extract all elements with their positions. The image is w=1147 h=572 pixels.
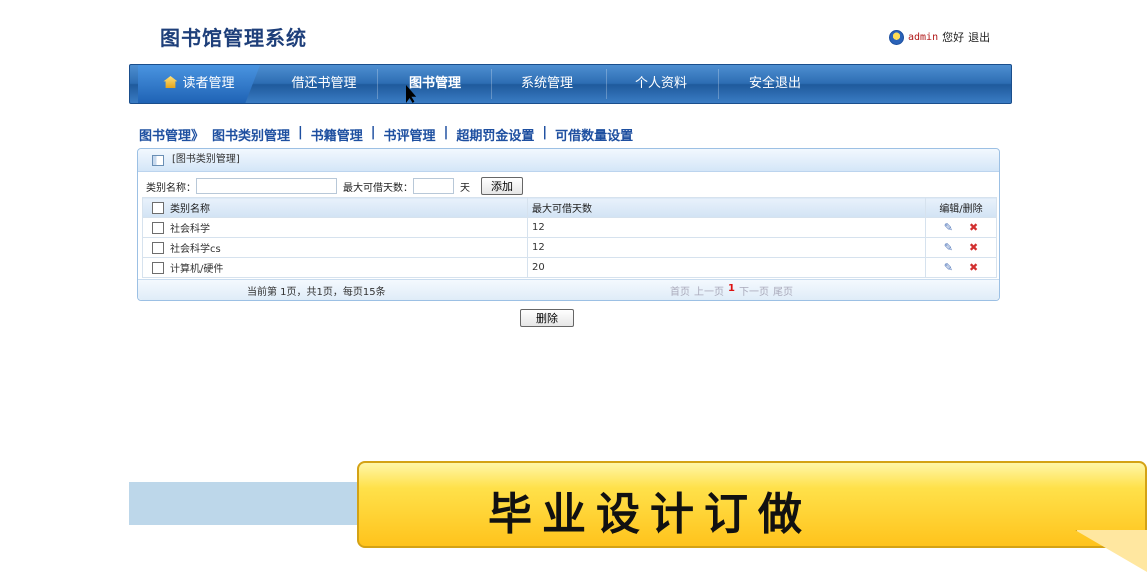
add-button[interactable]: 添加 — [481, 177, 523, 195]
breadcrumb-separator: | — [443, 125, 449, 140]
cell-name: 社会科学 — [142, 217, 528, 238]
cell-actions: ✎ ✖ — [925, 217, 997, 238]
delete-x-icon[interactable]: ✖ — [969, 221, 978, 234]
pagination-bar: 当前第 1页，共1页，每页15条 首页 上一页 1 下一页 尾页 — [138, 279, 999, 300]
breadcrumb-link-books[interactable]: 书籍管理 — [311, 125, 363, 144]
breadcrumb-link-quota[interactable]: 可借数量设置 — [555, 125, 633, 144]
breadcrumb-separator: | — [542, 125, 548, 140]
cell-actions: ✎ ✖ — [925, 237, 997, 258]
category-name-input[interactable] — [196, 178, 337, 194]
nav-item-profile[interactable]: 个人资料 — [608, 65, 714, 103]
main-nav: 读者管理 借还书管理 图书管理 系统管理 个人资料 安全退出 — [129, 64, 1012, 104]
nav-divider — [606, 69, 607, 99]
breadcrumb-root: 图书管理》 — [139, 129, 205, 144]
column-header-actions: 编辑/删除 — [925, 197, 997, 218]
nav-divider — [377, 69, 378, 99]
delete-x-icon[interactable]: ✖ — [969, 241, 978, 254]
category-table: 类别名称 最大可借天数 编辑/删除 社会科学 12 ✎ ✖ 社会科学cs 12 ✎… — [142, 197, 997, 278]
add-category-form: 类别名称： 最大可借天数： 天 添加 — [138, 176, 999, 196]
breadcrumb-link-reviews[interactable]: 书评管理 — [384, 125, 436, 144]
nav-divider — [718, 69, 719, 99]
delete-button[interactable]: 删除 — [520, 309, 574, 327]
logout-link[interactable]: 退出 — [968, 29, 990, 45]
last-page-link[interactable]: 尾页 — [773, 283, 793, 298]
nav-item-borrow[interactable]: 借还书管理 — [269, 65, 379, 103]
next-page-link[interactable]: 下一页 — [739, 283, 769, 298]
cell-days: 12 — [527, 237, 926, 258]
cell-name: 计算机/硬件 — [142, 257, 528, 278]
panel-title: [图书类别管理] — [172, 154, 240, 165]
select-all-checkbox[interactable] — [152, 202, 164, 214]
home-icon — [163, 76, 178, 88]
greeting-text: 您好 — [942, 31, 965, 44]
table-header-row: 类别名称 最大可借天数 编辑/删除 — [142, 197, 997, 218]
row-checkbox[interactable] — [152, 222, 164, 234]
breadcrumb: 图书管理》 图书类别管理 | 书籍管理 | 书评管理 | 超期罚金设置 | 可借… — [139, 125, 633, 144]
breadcrumb-separator: | — [298, 125, 303, 140]
cell-name: 社会科学cs — [142, 237, 528, 258]
panel-header: [图书类别管理] — [138, 149, 999, 172]
category-panel: [图书类别管理] 类别名称： 最大可借天数： 天 添加 类别名称 最大可借天数 … — [137, 148, 1000, 301]
page-info: 当前第 1页，共1页，每页15条 — [247, 287, 386, 298]
nav-item-books[interactable]: 图书管理 — [379, 65, 491, 103]
max-days-input[interactable] — [413, 178, 454, 194]
category-name-text: 社会科学 — [170, 224, 210, 235]
breadcrumb-link-fines[interactable]: 超期罚金设置 — [456, 125, 534, 144]
category-name-text: 社会科学cs — [170, 244, 221, 255]
edit-pencil-icon[interactable]: ✎ — [944, 221, 953, 234]
category-name-label: 类别名称： — [146, 182, 196, 194]
column-header-name: 类别名称 — [142, 197, 528, 218]
nav-label: 读者管理 — [182, 76, 235, 91]
breadcrumb-separator: | — [370, 125, 376, 140]
cell-days: 20 — [527, 257, 926, 278]
user-area: admin 您好 退出 — [889, 29, 990, 45]
cell-days: 12 — [527, 217, 926, 238]
user-icon — [889, 29, 904, 45]
table-row: 社会科学 12 ✎ ✖ — [142, 217, 997, 238]
column-header-label: 类别名称 — [170, 204, 210, 215]
pagination-links: 首页 上一页 1 下一页 尾页 — [670, 283, 793, 298]
max-days-label: 最大可借天数： — [343, 182, 413, 194]
breadcrumb-link-category[interactable]: 图书类别管理 — [212, 125, 290, 144]
banner-text: 毕业设计订做 — [488, 489, 812, 540]
cell-actions: ✎ ✖ — [925, 257, 997, 278]
edit-pencil-icon[interactable]: ✎ — [944, 261, 953, 274]
table-row: 计算机/硬件 20 ✎ ✖ — [142, 257, 997, 278]
nav-divider — [491, 69, 492, 99]
panel-icon — [152, 154, 164, 166]
row-checkbox[interactable] — [152, 242, 164, 254]
current-page: 1 — [728, 283, 735, 294]
nav-item-system[interactable]: 系统管理 — [493, 65, 601, 103]
first-page-link[interactable]: 首页 — [670, 283, 690, 298]
banner-tail — [1075, 530, 1147, 572]
delete-x-icon[interactable]: ✖ — [969, 261, 978, 274]
app-title: 图书馆管理系统 — [160, 26, 307, 50]
edit-pencil-icon[interactable]: ✎ — [944, 241, 953, 254]
prev-page-link[interactable]: 上一页 — [694, 283, 724, 298]
column-header-days: 最大可借天数 — [527, 197, 926, 218]
category-name-text: 计算机/硬件 — [170, 264, 224, 275]
days-unit: 天 — [460, 182, 470, 194]
row-checkbox[interactable] — [152, 262, 164, 274]
nav-item-readers[interactable]: 读者管理 — [138, 65, 260, 103]
table-row: 社会科学cs 12 ✎ ✖ — [142, 237, 997, 258]
nav-item-logout[interactable]: 安全退出 — [720, 65, 830, 103]
username: admin — [908, 31, 939, 43]
